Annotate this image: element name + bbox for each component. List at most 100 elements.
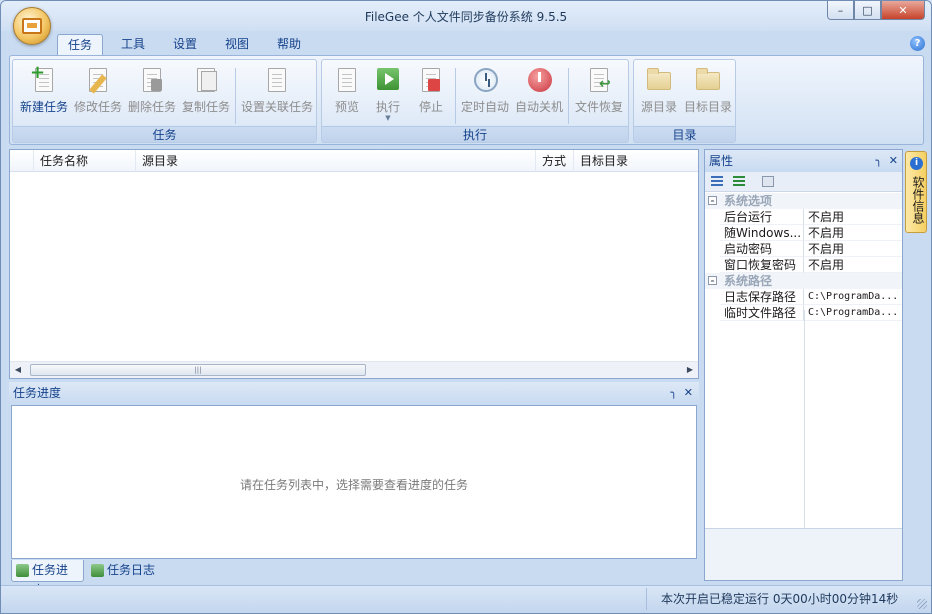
property-value[interactable]: 不启用: [804, 209, 902, 225]
scroll-thumb[interactable]: |||: [30, 364, 366, 376]
column-header-source[interactable]: 源目录: [136, 150, 536, 172]
delete-task-button[interactable]: 删除任务: [125, 63, 179, 125]
link-task-button[interactable]: 设置关联任务: [239, 63, 315, 125]
scroll-left-icon[interactable]: ◀: [12, 364, 24, 376]
property-value[interactable]: C:\ProgramDa...: [804, 289, 902, 305]
schedule-button[interactable]: 定时自动: [458, 63, 512, 125]
horizontal-scrollbar[interactable]: ◀ ||| ▶: [10, 361, 698, 378]
power-icon: [528, 68, 552, 92]
property-description-area: [705, 528, 902, 580]
minimize-button[interactable]: –: [827, 1, 854, 20]
ribbon-separator: [568, 68, 569, 124]
ribbon-separator: [235, 68, 236, 124]
property-value[interactable]: 不启用: [804, 257, 902, 273]
ribbon-group-label: 目录: [634, 126, 735, 142]
play-icon: [377, 68, 399, 90]
property-row[interactable]: 日志保存路径 C:\ProgramDa...: [705, 289, 902, 305]
task-list[interactable]: 任务名称 源目录 方式 目标目录 ◀ ||| ▶: [9, 149, 699, 379]
property-name: 随Windows...: [720, 225, 804, 241]
property-name: 临时文件路径: [720, 305, 804, 321]
tab-tools[interactable]: 工具: [111, 34, 155, 55]
checklist-icon: [268, 68, 286, 92]
ribbon-tab-strip: 任务 工具 设置 视图 帮助 ?: [1, 31, 931, 55]
progress-pane-header: 任务进度 ╮ ✕: [9, 382, 699, 404]
tab-task[interactable]: 任务: [57, 34, 104, 55]
clock-icon: [474, 68, 498, 92]
property-category[interactable]: – 系统选项: [705, 193, 902, 209]
tab-task-progress[interactable]: 任务进度: [11, 560, 84, 597]
app-menu-button[interactable]: [13, 7, 51, 45]
tab-view[interactable]: 视图: [215, 34, 259, 55]
maximize-button[interactable]: □: [854, 1, 881, 20]
property-row[interactable]: 启动密码 不启用: [705, 241, 902, 257]
ribbon-group-task: + 新建任务 修改任务 删除任务 复制任务 设置关联任务 任务: [12, 59, 317, 143]
source-dir-button[interactable]: 源目录: [637, 63, 681, 125]
properties-title: 属性: [709, 154, 734, 168]
stop-button[interactable]: 停止: [410, 63, 452, 125]
ribbon-group-label: 执行: [322, 126, 628, 142]
app-logo-icon: [22, 18, 42, 34]
property-value[interactable]: 不启用: [804, 241, 902, 257]
run-button[interactable]: 执行 ▼: [368, 63, 408, 125]
progress-hint: 请在任务列表中，选择需要查看进度的任务: [239, 478, 468, 492]
close-pane-icon[interactable]: ✕: [889, 150, 898, 172]
categorized-view-icon[interactable]: [711, 176, 723, 187]
task-list-header: 任务名称 源目录 方式 目标目录: [10, 150, 698, 172]
collapse-icon[interactable]: –: [708, 276, 717, 285]
scroll-right-icon[interactable]: ▶: [684, 364, 696, 376]
property-category[interactable]: – 系统路径: [705, 273, 902, 289]
window-controls: – □ ✕: [827, 1, 925, 20]
property-row[interactable]: 窗口恢复密码 不启用: [705, 257, 902, 273]
tab-settings[interactable]: 设置: [163, 34, 207, 55]
column-header-target[interactable]: 目标目录: [574, 150, 698, 172]
pin-icon[interactable]: ╮: [875, 150, 882, 172]
copy-task-button[interactable]: 复制任务: [179, 63, 233, 125]
uptime-status: 本次开启已稳定运行 0天00小时00分钟14秒: [646, 588, 902, 610]
help-icon[interactable]: ?: [910, 36, 925, 51]
window-title: FileGee 个人文件同步备份系统 9.5.5: [364, 10, 568, 24]
new-task-button[interactable]: + 新建任务: [17, 63, 71, 125]
folder-icon: [696, 68, 720, 90]
title-bar: FileGee 个人文件同步备份系统 9.5.5 – □ ✕: [1, 1, 931, 31]
alphabetical-view-icon[interactable]: [733, 176, 745, 187]
preview-icon: [338, 68, 356, 92]
property-name: 启动密码: [720, 241, 804, 257]
auto-shutdown-button[interactable]: 自动关机: [512, 63, 566, 125]
collapse-icon[interactable]: –: [708, 196, 717, 205]
info-icon: i: [910, 157, 923, 170]
progress-pane-title: 任务进度: [13, 386, 62, 400]
log-book-icon: [91, 564, 104, 577]
ribbon-group-directory: 源目录 目标目录 目录: [633, 59, 736, 143]
tab-task-log[interactable]: 任务日志: [87, 560, 163, 582]
ribbon-separator: [455, 68, 456, 124]
pin-icon[interactable]: ╮: [670, 382, 677, 404]
dropdown-arrow-icon: ▼: [385, 114, 391, 122]
column-header-mode[interactable]: 方式: [536, 150, 574, 172]
tab-help[interactable]: 帮助: [267, 34, 311, 55]
property-name: 窗口恢复密码: [720, 257, 804, 273]
target-dir-button[interactable]: 目标目录: [681, 63, 735, 125]
property-value[interactable]: C:\ProgramDa...: [804, 305, 902, 321]
property-row[interactable]: 随Windows... 不启用: [705, 225, 902, 241]
ribbon-group-execute: 预览 执行 ▼ 停止 定时自动 自动关机 ↩ 文件恢复 执行: [321, 59, 629, 143]
close-pane-icon[interactable]: ✕: [684, 382, 693, 404]
progress-pane: 请在任务列表中，选择需要查看进度的任务: [11, 405, 697, 559]
preview-button[interactable]: 预览: [326, 63, 368, 125]
close-button[interactable]: ✕: [881, 1, 925, 20]
software-info-side-tab[interactable]: i 软件信息: [905, 151, 927, 233]
property-row[interactable]: 后台运行 不启用: [705, 209, 902, 225]
side-tab-label: 软件信息: [911, 176, 925, 224]
file-restore-button[interactable]: ↩ 文件恢复: [571, 63, 627, 125]
folder-icon: [647, 68, 671, 90]
column-header-task-name[interactable]: 任务名称: [34, 150, 136, 172]
resize-grip-icon[interactable]: [917, 599, 927, 609]
property-value[interactable]: 不启用: [804, 225, 902, 241]
property-name: 后台运行: [720, 209, 804, 225]
save-icon[interactable]: [762, 176, 774, 187]
property-column-divider[interactable]: [804, 310, 805, 528]
column-header-blank: [10, 150, 34, 172]
properties-toolbar: [705, 172, 902, 192]
edit-task-button[interactable]: 修改任务: [71, 63, 125, 125]
properties-panel: 属性 ╮ ✕ – 系统选项 后台运行 不启用 随Windows... 不启用 启…: [704, 149, 903, 581]
ribbon: + 新建任务 修改任务 删除任务 复制任务 设置关联任务 任务 预览 执行 ▼ …: [9, 55, 924, 145]
